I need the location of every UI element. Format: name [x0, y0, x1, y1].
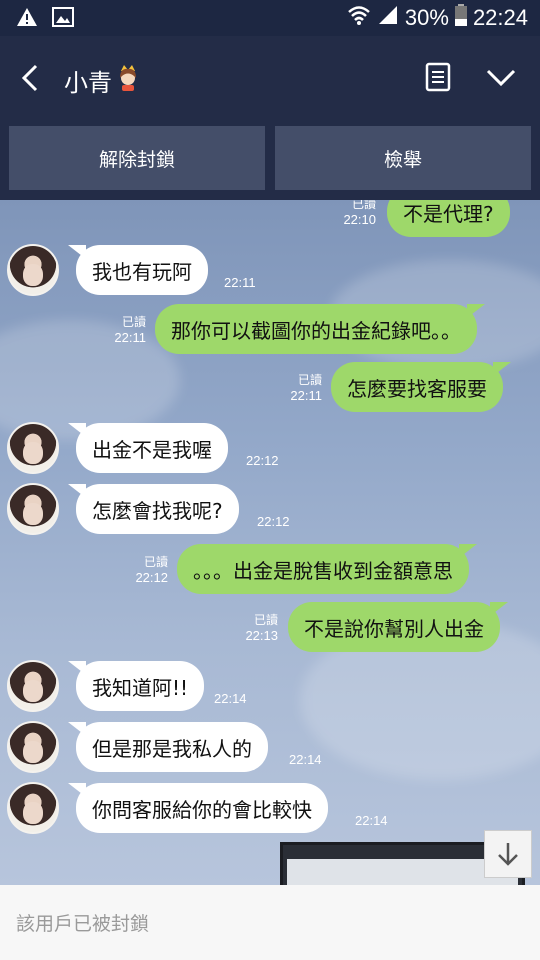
contact-avatar[interactable]: [7, 244, 59, 296]
chat-header: 小青: [0, 36, 540, 120]
outgoing-message[interactable]: 那你可以截圖你的出金紀錄吧。。: [155, 304, 485, 354]
blocked-notice: 該用戶已被封鎖: [16, 913, 150, 935]
message-text: 出金不是我喔: [92, 437, 212, 462]
warning-icon: [16, 7, 38, 31]
read-receipt: 已讀: [121, 315, 146, 329]
incoming-message[interactable]: 但是那是我私人的: [68, 722, 268, 772]
chevron-down-icon: [486, 69, 516, 87]
battery-percent: 30%: [404, 5, 449, 30]
message-time: 22:14: [214, 691, 247, 706]
notes-button[interactable]: [424, 62, 452, 92]
message-meta: 已讀 22:11: [100, 314, 146, 346]
contact-name: 小青: [64, 68, 112, 97]
contact-title: 小青: [64, 62, 140, 98]
message-text: 不是說你幫別人出金: [304, 616, 484, 641]
crown-emoji-icon: [116, 62, 140, 98]
contact-avatar[interactable]: [7, 782, 59, 834]
back-button[interactable]: [16, 60, 46, 96]
message-meta: 已讀 22:10: [330, 200, 376, 228]
message-time: 22:10: [343, 212, 376, 227]
report-button[interactable]: 檢舉: [275, 126, 531, 190]
message-text: 不是代理?: [403, 201, 494, 226]
incoming-message[interactable]: 我也有玩阿: [68, 245, 208, 295]
signal-icon: [377, 5, 399, 31]
outgoing-message[interactable]: 。。。出金是脫售收到金額意思: [177, 544, 477, 594]
message-text: 我也有玩阿: [92, 259, 192, 284]
incoming-message[interactable]: 怎麼會找我呢?: [68, 484, 239, 534]
message-text: 我知道阿!!: [92, 675, 189, 700]
incoming-message[interactable]: 出金不是我喔: [68, 423, 228, 473]
battery-icon: [454, 4, 467, 32]
outgoing-message[interactable]: 不是說你幫別人出金: [288, 602, 508, 652]
image-icon: [52, 7, 74, 31]
menu-toggle-button[interactable]: [484, 64, 518, 90]
arrow-down-icon: [498, 843, 518, 866]
message-time: 22:14: [355, 813, 388, 828]
message-time: 22:11: [224, 275, 256, 290]
contact-avatar[interactable]: [7, 483, 59, 535]
notes-icon: [425, 62, 451, 92]
incoming-message[interactable]: 你問客服給你的會比較快: [68, 783, 328, 833]
message-text: 但是那是我私人的: [92, 736, 252, 761]
message-text: 那你可以截圖你的出金紀錄吧。。: [171, 318, 461, 343]
outgoing-message[interactable]: 不是代理?: [387, 200, 518, 237]
scroll-to-bottom-button[interactable]: [484, 830, 532, 878]
message-time: 22:12: [135, 570, 168, 585]
message-time: 22:11: [290, 388, 322, 403]
wifi-icon: [347, 4, 371, 32]
unblock-button[interactable]: 解除封鎖: [9, 126, 265, 190]
read-receipt: 已讀: [297, 373, 322, 387]
clock: 22:24: [472, 5, 528, 30]
chevron-left-icon: [21, 64, 38, 92]
message-text: 。。。出金是脫售收到金額意思: [193, 558, 453, 583]
message-time: 22:14: [289, 752, 322, 767]
blocked-footer: 該用戶已被封鎖: [0, 885, 540, 960]
read-receipt: 已讀: [143, 555, 168, 569]
contact-avatar[interactable]: [7, 422, 59, 474]
message-time: 22:12: [257, 514, 290, 529]
block-action-bar: 解除封鎖 檢舉: [0, 120, 540, 200]
message-text: 怎麼會找我呢?: [92, 498, 223, 523]
message-time: 22:12: [246, 453, 279, 468]
message-text: 怎麼要找客服要: [347, 376, 487, 401]
read-receipt: 已讀: [351, 200, 376, 211]
contact-avatar[interactable]: [7, 660, 59, 712]
message-time: 22:13: [245, 628, 278, 643]
status-bar: 30% 22:24: [0, 0, 540, 36]
incoming-message[interactable]: 我知道阿!!: [67, 661, 205, 711]
read-receipt: 已讀: [253, 613, 278, 627]
chat-message-list[interactable]: 已讀 22:10 不是代理? 我也有玩阿 22:11 已讀 22:11 那你可以…: [0, 200, 540, 885]
message-meta: 已讀 22:12: [122, 554, 168, 586]
message-meta: 已讀 22:13: [232, 612, 278, 644]
outgoing-message[interactable]: 怎麼要找客服要: [331, 362, 511, 412]
message-text: 你問客服給你的會比較快: [92, 797, 312, 822]
contact-avatar[interactable]: [7, 721, 59, 773]
message-meta: 已讀 22:11: [276, 372, 322, 404]
message-time: 22:11: [114, 330, 146, 345]
